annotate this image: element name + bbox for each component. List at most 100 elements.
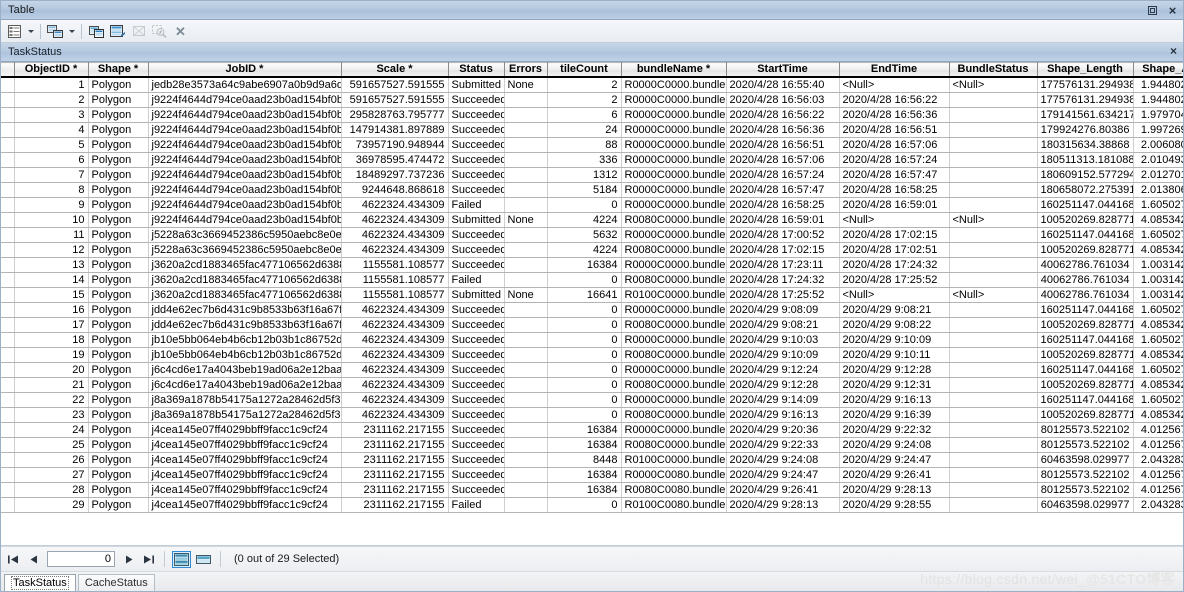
cell-jobid[interactable]: jb10e5bb064eb4b6cb12b03b1c86752dd	[148, 332, 342, 348]
cell-objectid[interactable]: 23	[14, 407, 89, 423]
cell-bundlestatus[interactable]	[949, 467, 1038, 483]
cell-errors[interactable]	[504, 242, 548, 258]
cell-shape[interactable]: Polygon	[88, 482, 149, 498]
cell-bundlename[interactable]: R0100C0000.bundle	[621, 452, 727, 468]
cell-bundlename[interactable]: R0000C0000.bundle	[621, 197, 727, 213]
cell-bundlename[interactable]: R0080C0000.bundle	[621, 242, 727, 258]
cell-jobid[interactable]: jdd4e62ec7b6d431c9b8533b63f16a67f	[148, 302, 342, 318]
cell-jobid[interactable]: j4cea145e07ff4029bbff9facc1c9cf24	[148, 452, 342, 468]
cell-errors[interactable]	[504, 482, 548, 498]
cell-sel[interactable]	[1, 107, 15, 123]
cell-bundlename[interactable]: R0080C0000.bundle	[621, 377, 727, 393]
cell-shape[interactable]: Polygon	[88, 377, 149, 393]
cell-errors[interactable]: None	[504, 76, 548, 93]
cell-bundlename[interactable]: R0080C0000.bundle	[621, 437, 727, 453]
table-row[interactable]: 24 Polygon j4cea145e07ff4029bbff9facc1c9cf…	[1, 422, 1183, 438]
cell-jobid[interactable]: jdd4e62ec7b6d431c9b8533b63f16a67f	[148, 317, 342, 333]
cell-bundlename[interactable]: R0080C0000.bundle	[621, 317, 727, 333]
cell-bundlestatus[interactable]	[949, 332, 1038, 348]
cell-shapelength[interactable]: 160251147.044168	[1037, 197, 1134, 213]
cell-sel[interactable]	[1, 302, 15, 318]
cell-shapearea[interactable]: 2.006080e+15	[1133, 137, 1183, 153]
cell-shape[interactable]: Polygon	[88, 272, 149, 288]
cell-tilecount[interactable]: 0	[547, 497, 622, 513]
cell-errors[interactable]	[504, 407, 548, 423]
cell-bundlename[interactable]: R0080C0080.bundle	[621, 482, 727, 498]
cell-endtime[interactable]: 2020/4/29 9:12:28	[839, 362, 950, 378]
cell-shapearea[interactable]: 2.013806e+15	[1133, 182, 1183, 198]
cell-shape[interactable]: Polygon	[88, 257, 149, 273]
cell-status[interactable]: Succeeded	[448, 302, 505, 318]
table-row[interactable]: 29 Polygon j4cea145e07ff4029bbff9facc1c9cf…	[1, 497, 1183, 513]
cell-objectid[interactable]: 3	[14, 107, 89, 123]
cell-objectid[interactable]: 1	[14, 76, 89, 93]
column-header-bundlestatus[interactable]: BundleStatus	[949, 62, 1038, 78]
cell-tilecount[interactable]: 16641	[547, 287, 622, 303]
cell-scale[interactable]: 2311162.217155	[341, 482, 449, 498]
table-row[interactable]: 21 Polygon j6c4cd6e17a4043beb19ad06a2e12ba…	[1, 377, 1183, 393]
cell-endtime[interactable]: <Null>	[839, 287, 950, 303]
cell-bundlestatus[interactable]: <Null>	[949, 212, 1038, 228]
cell-status[interactable]: Failed	[448, 497, 505, 513]
cell-endtime[interactable]: 2020/4/29 9:22:32	[839, 422, 950, 438]
cell-bundlename[interactable]: R0000C0000.bundle	[621, 362, 727, 378]
cell-status[interactable]: Succeeded	[448, 392, 505, 408]
cell-status[interactable]: Succeeded	[448, 482, 505, 498]
cell-errors[interactable]	[504, 107, 548, 123]
cell-endtime[interactable]: <Null>	[839, 212, 950, 228]
cell-shape[interactable]: Polygon	[88, 242, 149, 258]
cell-endtime[interactable]: 2020/4/29 9:08:22	[839, 317, 950, 333]
cell-tilecount[interactable]: 0	[547, 317, 622, 333]
cell-errors[interactable]	[504, 497, 548, 513]
cell-scale[interactable]: 591657527.591555	[341, 76, 449, 93]
cell-tilecount[interactable]: 0	[547, 302, 622, 318]
cell-jobid[interactable]: j9224f4644d794ce0aad23b0ad154bf0b	[148, 107, 342, 123]
cell-bundlestatus[interactable]	[949, 347, 1038, 363]
cell-shape[interactable]: Polygon	[88, 137, 149, 153]
cell-errors[interactable]	[504, 227, 548, 243]
cell-starttime[interactable]: 2020/4/29 9:28:13	[726, 497, 840, 513]
cell-bundlename[interactable]: R0000C0000.bundle	[621, 122, 727, 138]
cell-shapelength[interactable]: 160251147.044168	[1037, 392, 1134, 408]
cell-endtime[interactable]: 2020/4/29 9:16:13	[839, 392, 950, 408]
column-header-objectid[interactable]: ObjectID *	[14, 62, 89, 78]
cell-shape[interactable]: Polygon	[88, 287, 149, 303]
cell-tilecount[interactable]: 2	[547, 76, 622, 93]
column-header-jobid[interactable]: JobID *	[148, 62, 342, 78]
cell-bundlestatus[interactable]	[949, 272, 1038, 288]
cell-endtime[interactable]: 2020/4/29 9:08:21	[839, 302, 950, 318]
cell-tilecount[interactable]: 24	[547, 122, 622, 138]
cell-shape[interactable]: Polygon	[88, 107, 149, 123]
cell-starttime[interactable]: 2020/4/29 9:10:03	[726, 332, 840, 348]
table-row[interactable]: 10 Polygon j9224f4644d794ce0aad23b0ad154bf…	[1, 212, 1183, 228]
cell-errors[interactable]	[504, 392, 548, 408]
cell-objectid[interactable]: 29	[14, 497, 89, 513]
cell-shapearea[interactable]: 1.003142e+14	[1133, 257, 1183, 273]
cell-shape[interactable]: Polygon	[88, 167, 149, 183]
cell-bundlestatus[interactable]	[949, 407, 1038, 423]
cell-starttime[interactable]: 2020/4/29 9:10:09	[726, 347, 840, 363]
cell-objectid[interactable]: 5	[14, 137, 89, 153]
cell-shapearea[interactable]: 4.012567e+14	[1133, 467, 1183, 483]
cell-endtime[interactable]: 2020/4/29 9:26:41	[839, 467, 950, 483]
cell-bundlestatus[interactable]	[949, 392, 1038, 408]
cell-sel[interactable]	[1, 182, 15, 198]
cell-jobid[interactable]: j6c4cd6e17a4043beb19ad06a2e12baa1	[148, 362, 342, 378]
cell-scale[interactable]: 36978595.474472	[341, 152, 449, 168]
cell-shapearea[interactable]: 4.012567e+14	[1133, 422, 1183, 438]
cell-status[interactable]: Succeeded	[448, 167, 505, 183]
cell-shapelength[interactable]: 177576131.294938	[1037, 92, 1134, 108]
cell-shapearea[interactable]: 1.605027e+15	[1133, 227, 1183, 243]
cell-errors[interactable]	[504, 422, 548, 438]
cell-bundlename[interactable]: R0080C0000.bundle	[621, 212, 727, 228]
cell-objectid[interactable]: 26	[14, 452, 89, 468]
related-tables-button[interactable]	[46, 22, 65, 41]
cell-scale[interactable]: 4622324.434309	[341, 227, 449, 243]
table-row[interactable]: 9 Polygon j9224f4644d794ce0aad23b0ad154bf0…	[1, 197, 1183, 213]
cell-errors[interactable]	[504, 452, 548, 468]
cell-errors[interactable]	[504, 197, 548, 213]
cell-bundlestatus[interactable]	[949, 302, 1038, 318]
cell-shapelength[interactable]: 60463598.029977	[1037, 452, 1134, 468]
table-options-button[interactable]	[5, 22, 24, 41]
cell-shape[interactable]: Polygon	[88, 437, 149, 453]
